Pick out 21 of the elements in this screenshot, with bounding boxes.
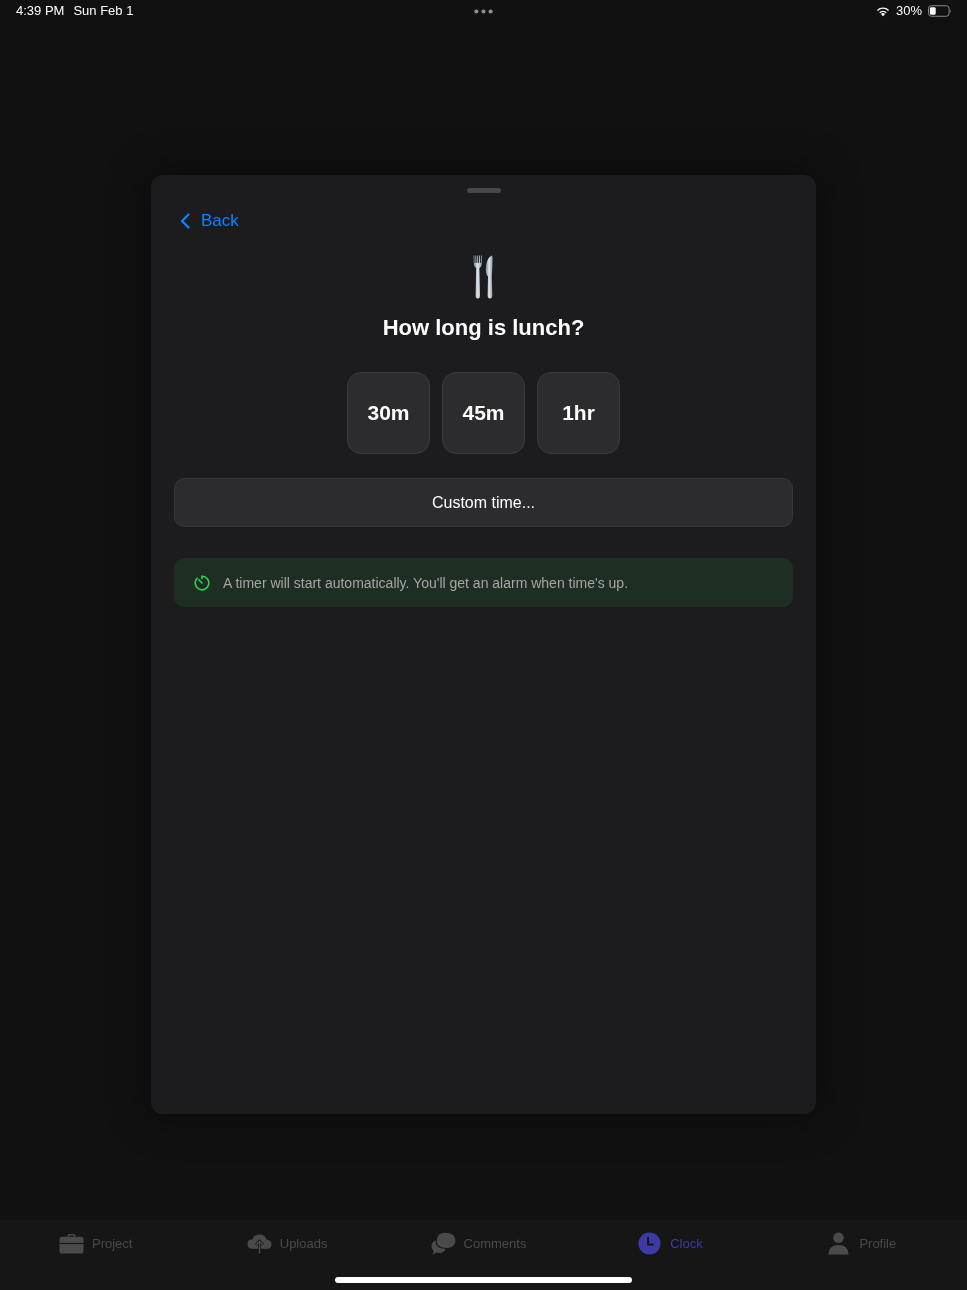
wifi-icon bbox=[875, 5, 890, 17]
custom-time-button[interactable]: Custom time... bbox=[174, 478, 793, 527]
timer-icon bbox=[194, 574, 210, 591]
speech-bubbles-icon bbox=[430, 1231, 456, 1255]
clock-icon bbox=[637, 1231, 663, 1255]
fork-and-knife-icon bbox=[472, 255, 495, 299]
duration-button[interactable]: 30m bbox=[347, 372, 430, 454]
back-button[interactable]: Back bbox=[180, 210, 239, 232]
person-icon bbox=[826, 1231, 852, 1255]
status-date: Sun Feb 1 bbox=[73, 3, 134, 19]
more-dots-icon[interactable] bbox=[474, 9, 493, 14]
sheet-title: How long is lunch? bbox=[382, 314, 585, 342]
duration-button[interactable]: 45m bbox=[442, 372, 525, 454]
cloud-upload-icon bbox=[246, 1231, 272, 1255]
briefcase-icon bbox=[58, 1231, 84, 1255]
battery-percent: 30% bbox=[895, 3, 922, 19]
status-time: 4:39 PM bbox=[16, 3, 65, 19]
chevron-left-icon bbox=[180, 213, 190, 229]
duration-button[interactable]: 1hr bbox=[537, 372, 620, 454]
battery-icon bbox=[928, 5, 952, 17]
info-text: A timer will start automatically. You'll get an alarm when time's up. bbox=[223, 574, 629, 591]
